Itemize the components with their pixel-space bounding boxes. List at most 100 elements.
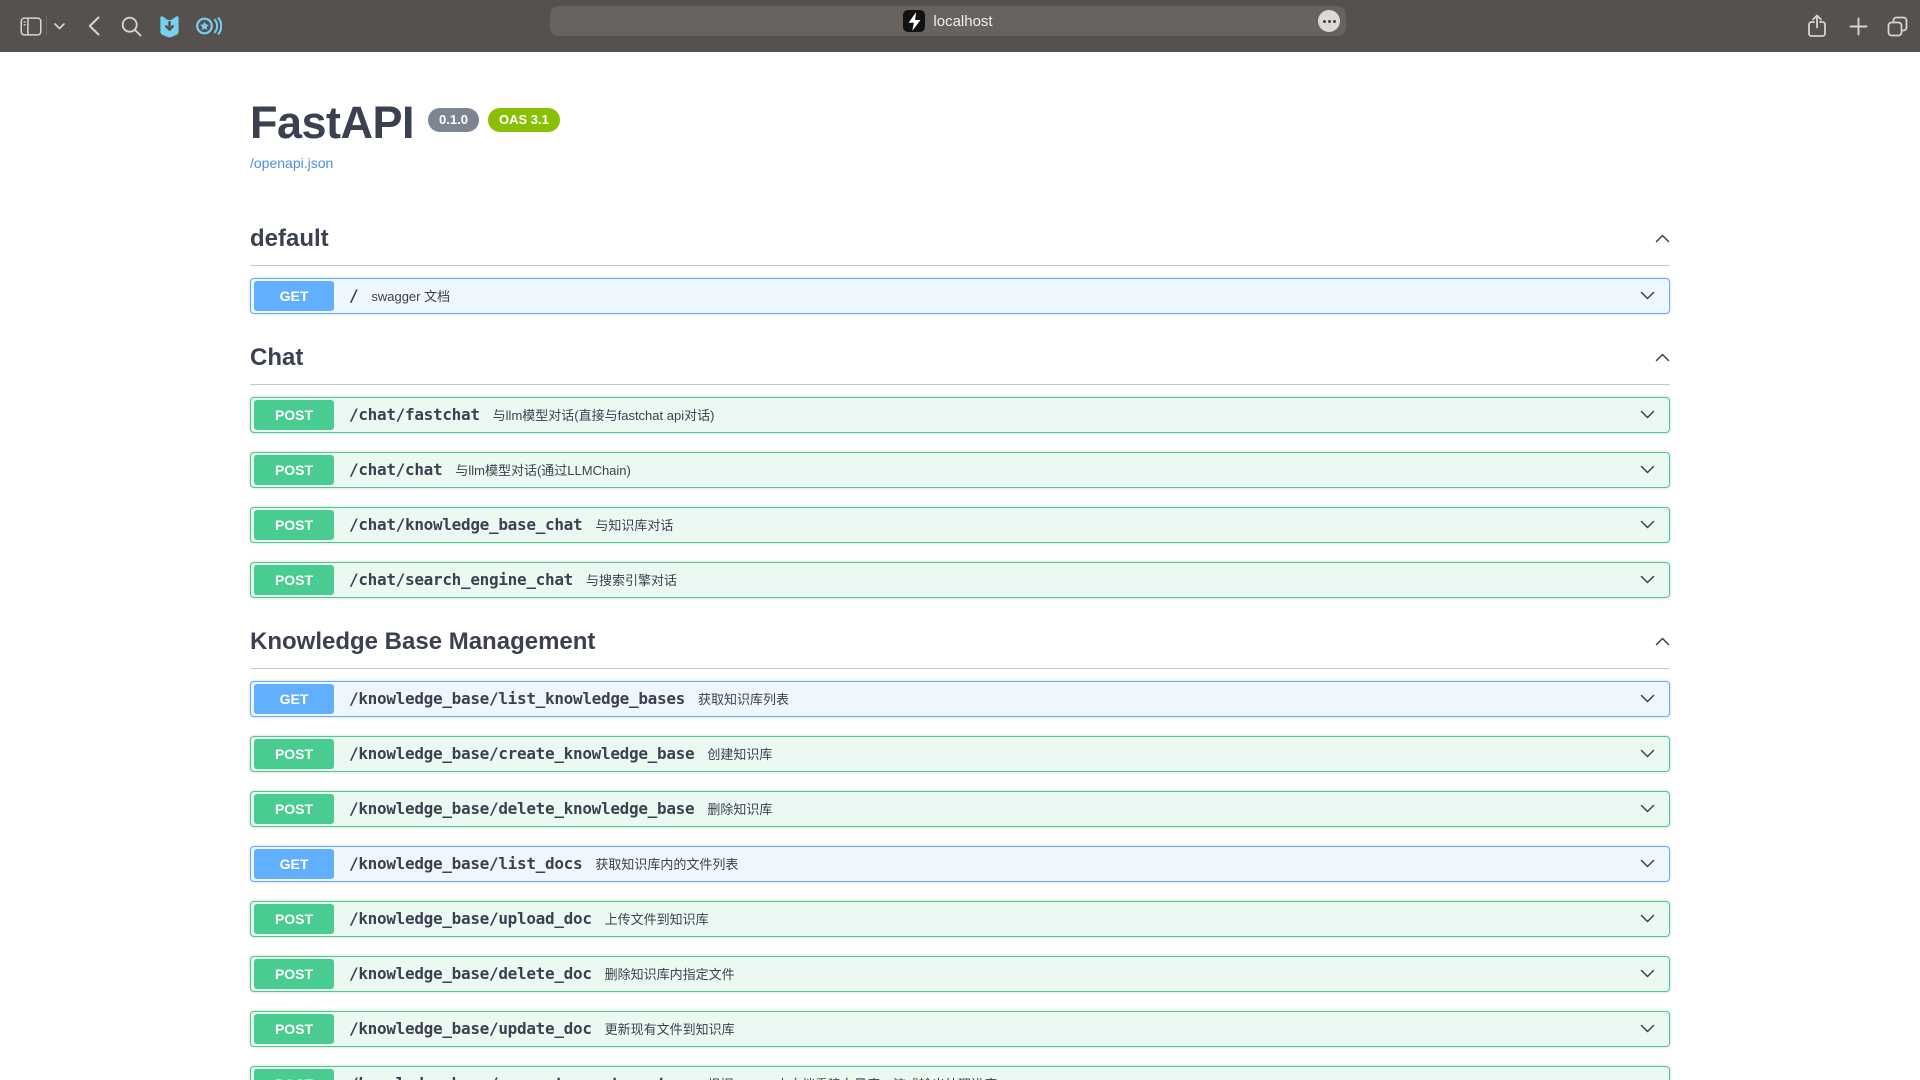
address-bar-host: localhost (933, 13, 992, 30)
operation-description: 获取知识库内的文件列表 (595, 854, 738, 873)
section-operations: GET /knowledge_base/list_knowledge_bases… (250, 681, 1670, 1080)
section-title: Knowledge Base Management (250, 628, 595, 656)
chevron-down-icon[interactable] (1640, 910, 1655, 928)
section-title: Chat (250, 344, 303, 372)
chevron-down-icon[interactable] (1640, 745, 1655, 763)
page-menu-button[interactable] (1318, 10, 1340, 32)
api-title-row: FastAPI 0.1.0 OAS 3.1 (250, 98, 1670, 148)
share-button[interactable] (1800, 0, 1834, 52)
openapi-spec-link[interactable]: /openapi.json (250, 155, 333, 171)
operation-row[interactable]: POST /knowledge_base/create_knowledge_ba… (250, 736, 1670, 772)
section-header[interactable]: Knowledge Base Management (250, 628, 1670, 669)
chevron-down-icon[interactable] (1640, 571, 1655, 589)
api-section: Knowledge Base Management GET /knowledge… (250, 628, 1670, 1080)
chevron-up-icon[interactable] (1655, 230, 1670, 248)
operation-row[interactable]: POST /knowledge_base/delete_doc 删除知识库内指定… (250, 956, 1670, 992)
chevron-down-icon (54, 23, 65, 30)
sidebar-toggle-button[interactable] (16, 0, 46, 52)
section-header[interactable]: Chat (250, 344, 1670, 385)
address-bar[interactable]: localhost (550, 6, 1346, 36)
sidebar-menu-button[interactable] (48, 0, 70, 52)
method-badge: POST (254, 904, 334, 934)
operation-description: swagger 文档 (371, 286, 450, 305)
section-operations: POST /chat/fastchat 与llm模型对话(直接与fastchat… (250, 397, 1670, 598)
operation-description: 与知识库对话 (595, 515, 673, 534)
chevron-down-icon[interactable] (1640, 965, 1655, 983)
chevron-up-icon[interactable] (1655, 349, 1670, 367)
operation-row[interactable]: GET /knowledge_base/list_knowledge_bases… (250, 681, 1670, 717)
chevron-down-icon[interactable] (1640, 855, 1655, 873)
search-icon (121, 16, 142, 37)
back-icon (88, 16, 100, 36)
method-badge: POST (254, 1014, 334, 1044)
operation-description: 与llm模型对话(直接与fastchat api对话) (493, 405, 715, 424)
chevron-up-icon[interactable] (1655, 633, 1670, 651)
tab-overview-button[interactable] (1880, 0, 1914, 52)
operation-row[interactable]: GET /knowledge_base/list_docs 获取知识库内的文件列… (250, 846, 1670, 882)
browser-toolbar: localhost (0, 0, 1920, 52)
new-tab-button[interactable] (1842, 0, 1874, 52)
method-badge: POST (254, 510, 334, 540)
operation-row[interactable]: POST /knowledge_base/delete_knowledge_ba… (250, 791, 1670, 827)
method-badge: GET (254, 684, 334, 714)
page-content: FastAPI 0.1.0 OAS 3.1 /openapi.json defa… (0, 52, 1920, 1080)
operation-row[interactable]: POST /chat/knowledge_base_chat 与知识库对话 (250, 507, 1670, 543)
toolbar-divider (46, 16, 47, 36)
back-button[interactable] (80, 0, 108, 52)
method-badge: GET (254, 281, 334, 311)
operation-row[interactable]: POST /chat/fastchat 与llm模型对话(直接与fastchat… (250, 397, 1670, 433)
operation-row[interactable]: POST /knowledge_base/recreate_vector_sto… (250, 1066, 1670, 1080)
oas-badge: OAS 3.1 (488, 108, 560, 132)
operation-description: 创建知识库 (707, 744, 772, 763)
extension-ripple-star-icon (195, 15, 222, 37)
operation-description: 获取知识库列表 (698, 689, 789, 708)
operation-description: 更新现有文件到知识库 (605, 1019, 735, 1038)
operation-path: /knowledge_base/upload_doc (349, 909, 592, 928)
operation-path: /chat/search_engine_chat (349, 570, 573, 589)
api-sections: default GET / swagger 文档 Chat (250, 225, 1670, 1080)
method-badge: GET (254, 849, 334, 879)
method-badge: POST (254, 1069, 334, 1080)
chevron-down-icon[interactable] (1640, 287, 1655, 305)
extension-bookmark-icon (158, 14, 181, 38)
operation-row[interactable]: POST /chat/chat 与llm模型对话(通过LLMChain) (250, 452, 1670, 488)
operation-path: /knowledge_base/delete_knowledge_base (349, 799, 694, 818)
page-title: FastAPI (250, 98, 414, 148)
extension-ripple-star-button[interactable] (190, 0, 226, 52)
operation-row[interactable]: POST /chat/search_engine_chat 与搜索引擎对话 (250, 562, 1670, 598)
api-info: FastAPI 0.1.0 OAS 3.1 /openapi.json (250, 98, 1670, 173)
chevron-down-icon[interactable] (1640, 800, 1655, 818)
chevron-down-icon[interactable] (1640, 516, 1655, 534)
operation-path: /knowledge_base/recreate_vector_store (349, 1074, 694, 1080)
sidebar-toggle-icon (20, 17, 42, 36)
search-button[interactable] (116, 0, 146, 52)
share-icon (1807, 14, 1827, 38)
operation-description: 删除知识库 (707, 799, 772, 818)
operation-description: 与搜索引擎对话 (586, 570, 677, 589)
operation-path: /knowledge_base/list_docs (349, 854, 582, 873)
operation-path: /knowledge_base/create_knowledge_base (349, 744, 694, 763)
chevron-down-icon[interactable] (1640, 1020, 1655, 1038)
method-badge: POST (254, 455, 334, 485)
operation-path: /knowledge_base/update_doc (349, 1019, 592, 1038)
operation-description: 根据content中文档重建向量库，流式输出处理进度。 (707, 1074, 1010, 1080)
operation-description: 删除知识库内指定文件 (605, 964, 735, 983)
chevron-down-icon[interactable] (1640, 461, 1655, 479)
method-badge: POST (254, 739, 334, 769)
site-favicon (903, 10, 925, 32)
address-bar-content: localhost (903, 10, 992, 32)
method-badge: POST (254, 400, 334, 430)
chevron-down-icon[interactable] (1640, 1075, 1655, 1080)
api-section: default GET / swagger 文档 (250, 225, 1670, 314)
section-header[interactable]: default (250, 225, 1670, 266)
chevron-down-icon[interactable] (1640, 406, 1655, 424)
operation-path: /chat/knowledge_base_chat (349, 515, 582, 534)
operation-row[interactable]: GET / swagger 文档 (250, 278, 1670, 314)
chevron-down-icon[interactable] (1640, 690, 1655, 708)
operation-row[interactable]: POST /knowledge_base/update_doc 更新现有文件到知… (250, 1011, 1670, 1047)
extension-bookmark-button[interactable] (152, 0, 186, 52)
tab-overview-icon (1886, 15, 1909, 38)
operation-description: 上传文件到知识库 (605, 909, 709, 928)
operation-row[interactable]: POST /knowledge_base/upload_doc 上传文件到知识库 (250, 901, 1670, 937)
ellipsis-icon (1323, 20, 1326, 23)
